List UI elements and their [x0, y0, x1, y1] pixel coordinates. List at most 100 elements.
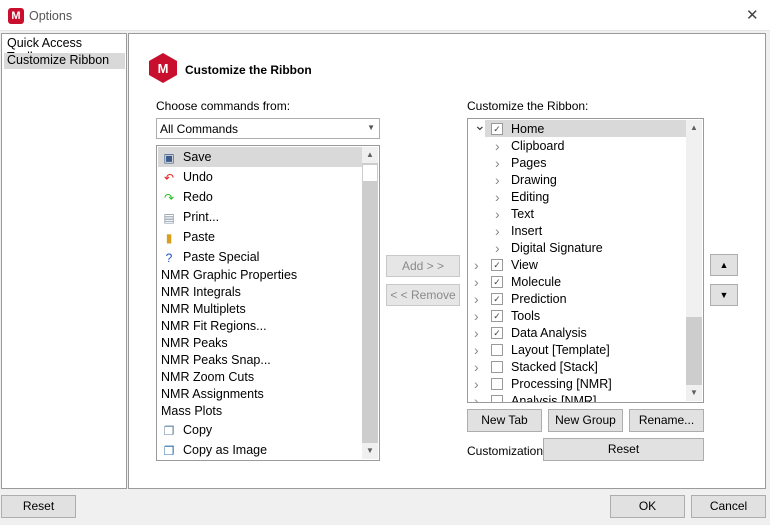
chevron-right-icon[interactable]: ›: [495, 189, 500, 205]
chevron-right-icon[interactable]: ›: [474, 291, 479, 307]
redo-icon: ↷: [163, 190, 175, 205]
ok-button[interactable]: OK: [610, 495, 685, 518]
command-item[interactable]: NMR Graphic Properties: [158, 267, 362, 284]
chevron-right-icon[interactable]: ›: [474, 376, 479, 392]
chevron-right-icon[interactable]: ›: [495, 138, 500, 154]
commands-source-dropdown[interactable]: All Commands ▼: [156, 118, 380, 139]
tree-item-label: Digital Signature: [511, 241, 603, 255]
nav-item-quick-access-toolbar[interactable]: Quick Access Toolbar: [4, 36, 124, 64]
scroll-down-icon[interactable]: ▼: [686, 385, 702, 401]
copy-image-icon: ❐: [163, 443, 175, 458]
ribbon-tree[interactable]: ▲ ▼ ⌄ ✓ Home › Clipboard › Pages › Drawing › Editi…: [467, 118, 704, 403]
cancel-button[interactable]: Cancel: [691, 495, 766, 518]
chevron-right-icon[interactable]: ›: [474, 325, 479, 341]
tree-item[interactable]: [469, 188, 686, 205]
tree-item-label: Home: [511, 122, 545, 136]
command-item[interactable]: ? Paste Special: [158, 247, 362, 267]
tab-checkbox[interactable]: [491, 361, 503, 373]
chevron-right-icon[interactable]: ›: [474, 257, 479, 273]
tree-item-label: Text: [511, 207, 534, 221]
svg-text:M: M: [158, 61, 169, 76]
move-up-button[interactable]: ▲: [710, 254, 738, 276]
tab-checkbox[interactable]: [491, 395, 503, 402]
chevron-right-icon[interactable]: ›: [474, 393, 479, 402]
command-item[interactable]: ↷ Redo: [158, 187, 362, 207]
command-item[interactable]: ↶ Undo: [158, 167, 362, 187]
command-item[interactable]: NMR Assignments: [158, 386, 362, 403]
window-title: Options: [29, 9, 73, 23]
command-item[interactable]: NMR Integrals: [158, 284, 362, 301]
ribbon-tree-scrollbar[interactable]: ▲ ▼: [686, 120, 702, 401]
nav-item-customize-ribbon[interactable]: Customize Ribbon: [4, 53, 125, 69]
tab-checkbox[interactable]: ✓: [491, 310, 503, 322]
scroll-down-icon[interactable]: ▼: [362, 443, 378, 459]
chevron-right-icon[interactable]: ›: [495, 155, 500, 171]
reset-button[interactable]: Reset: [1, 495, 76, 518]
tree-item-label: Tools: [511, 309, 541, 323]
chevron-right-icon[interactable]: ›: [474, 342, 479, 358]
chevron-right-icon[interactable]: ›: [495, 206, 500, 222]
tree-item[interactable]: [469, 171, 686, 188]
chevron-down-icon[interactable]: ⌄: [474, 119, 486, 134]
command-item[interactable]: ▮ Paste: [158, 227, 362, 247]
rename-button[interactable]: Rename...: [629, 409, 704, 432]
scroll-thumb[interactable]: [362, 164, 378, 182]
scroll-up-icon[interactable]: ▲: [686, 120, 702, 136]
command-label: Save: [183, 150, 212, 164]
title-bar: M Options ✕: [0, 0, 770, 31]
command-item[interactable]: NMR Multiplets: [158, 301, 362, 318]
tree-item-label: Layout [Template]: [511, 343, 610, 357]
chevron-right-icon[interactable]: ›: [495, 240, 500, 256]
command-item[interactable]: ❐ Copy: [158, 420, 362, 440]
chevron-right-icon[interactable]: ›: [495, 223, 500, 239]
tab-checkbox[interactable]: [491, 378, 503, 390]
tab-checkbox[interactable]: [491, 344, 503, 356]
add-button[interactable]: Add > >: [386, 255, 460, 277]
tree-item-label: Analysis [NMR]: [511, 394, 597, 403]
tree-item-label: Pages: [511, 156, 547, 170]
tree-item[interactable]: [469, 137, 686, 154]
command-item[interactable]: NMR Peaks: [158, 335, 362, 352]
chevron-right-icon[interactable]: ›: [474, 308, 479, 324]
scroll-thumb[interactable]: [686, 317, 702, 387]
commands-scrollbar[interactable]: ▲ ▼: [362, 147, 378, 459]
command-item[interactable]: NMR Fit Regions...: [158, 318, 362, 335]
command-label: NMR Peaks Snap...: [161, 353, 271, 367]
command-label: NMR Integrals: [161, 285, 241, 299]
command-item[interactable]: NMR Zoom Cuts: [158, 369, 362, 386]
tab-checkbox[interactable]: ✓: [491, 276, 503, 288]
paste-icon: ▮: [165, 230, 173, 245]
commands-list[interactable]: ❐ Copy as Image ❐ Copy Mass Plots NMR Assignm…: [156, 145, 380, 461]
command-item[interactable]: ▣ Save: [158, 147, 362, 167]
command-item[interactable]: ❐ Copy as Image: [158, 440, 362, 460]
chevron-right-icon[interactable]: ›: [474, 359, 479, 375]
new-tab-button[interactable]: New Tab: [467, 409, 542, 432]
dropdown-value: All Commands: [160, 122, 239, 136]
command-item[interactable]: NMR Peaks Snap...: [158, 352, 362, 369]
tab-checkbox[interactable]: ✓: [491, 259, 503, 271]
tab-checkbox[interactable]: ✓: [491, 123, 503, 135]
customizations-label: Customizations:: [467, 444, 553, 458]
tab-checkbox[interactable]: ✓: [491, 293, 503, 305]
command-label: NMR Zoom Cuts: [161, 370, 255, 384]
paste-special-icon: ?: [165, 250, 173, 265]
chevron-down-icon: ▼: [367, 123, 375, 132]
command-label: Copy as Image: [183, 443, 268, 457]
command-item[interactable]: ▤ Print...: [158, 207, 362, 227]
tree-item[interactable]: [469, 205, 686, 222]
tree-item[interactable]: [469, 154, 686, 171]
new-group-button[interactable]: New Group: [548, 409, 623, 432]
customizations-reset-button[interactable]: Reset: [543, 438, 704, 461]
tree-item[interactable]: [469, 222, 686, 239]
command-item[interactable]: Mass Plots: [158, 403, 362, 420]
close-icon[interactable]: ✕: [746, 6, 759, 24]
tree-item-label: Clipboard: [511, 139, 565, 153]
tab-checkbox[interactable]: ✓: [491, 327, 503, 339]
command-label: Copy: [183, 423, 213, 437]
chevron-right-icon[interactable]: ›: [474, 274, 479, 290]
tree-item-label: Editing: [511, 190, 550, 204]
chevron-right-icon[interactable]: ›: [495, 172, 500, 188]
scroll-up-icon[interactable]: ▲: [362, 147, 378, 163]
remove-button[interactable]: < < Remove: [386, 284, 460, 306]
move-down-button[interactable]: ▼: [710, 284, 738, 306]
